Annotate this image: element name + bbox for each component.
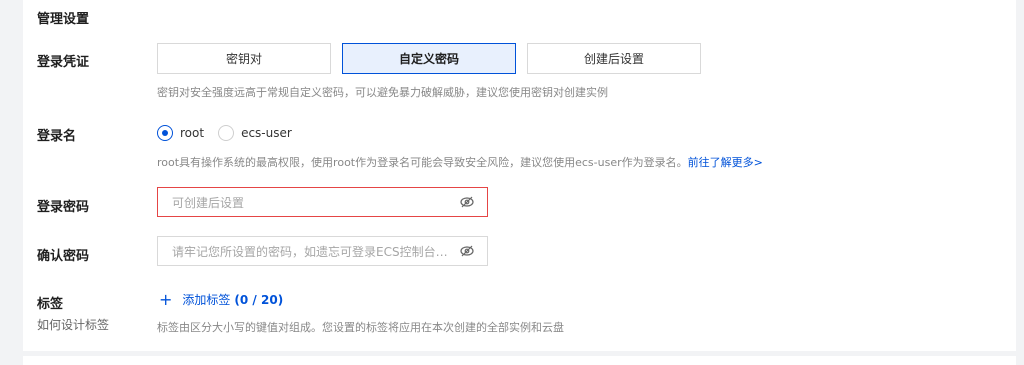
login-password-label: 登录密码 [37, 200, 90, 215]
radio-root-label: root [180, 126, 205, 140]
add-tag-label[interactable]: 添加标签 [182, 291, 230, 308]
credential-option-keypair[interactable]: 密钥对 [157, 43, 331, 74]
confirm-password-field[interactable]: 请牢记您所设置的密码，如遗忘可登录ECS控制台重置... [157, 236, 488, 266]
radio-ecs-user[interactable]: ecs-user [218, 125, 292, 141]
login-name-label: 登录名 [37, 129, 77, 144]
radio-ecs-user-label: ecs-user [241, 126, 292, 140]
tags-hint: 标签由区分大小写的键值对组成。您设置的标签将应用在本次创建的全部实例和云盘 [157, 321, 564, 334]
tag-count: (0 / 20) [234, 292, 284, 307]
confirm-password-label: 确认密码 [37, 249, 90, 264]
credential-option-custom-password[interactable]: 自定义密码 [342, 43, 516, 74]
login-password-field[interactable]: 可创建后设置 [157, 187, 488, 217]
radio-root[interactable]: root [157, 125, 204, 141]
login-credential-label: 登录凭证 [37, 55, 90, 70]
login-name-radio-group: root ecs-user [157, 124, 306, 142]
login-name-hint: root具有操作系统的最高权限，使用root作为登录名可能会导致安全风险，建议您… [157, 154, 763, 170]
how-to-design-tags-link[interactable]: 如何设计标签 [37, 316, 109, 333]
next-panel [23, 356, 1016, 365]
add-tag-button[interactable]: + 添加标签 (0 / 20) [159, 291, 283, 308]
radio-ecs-user-indicator[interactable] [218, 125, 235, 141]
radio-root-indicator[interactable] [157, 125, 173, 141]
login-name-hint-text: root具有操作系统的最高权限，使用root作为登录名可能会导致安全风险，建议您… [157, 156, 688, 169]
eye-slash-icon[interactable] [459, 194, 475, 210]
eye-slash-icon[interactable] [459, 243, 475, 259]
tags-label: 标签 [37, 297, 64, 312]
login-password-placeholder[interactable]: 可创建后设置 [172, 194, 459, 211]
confirm-password-placeholder[interactable]: 请牢记您所设置的密码，如遗忘可登录ECS控制台重置... [172, 243, 459, 260]
credential-option-set-later[interactable]: 创建后设置 [527, 43, 701, 74]
plus-icon[interactable]: + [159, 291, 172, 308]
section-title: 管理设置 [37, 12, 90, 27]
credential-hint: 密钥对安全强度远高于常规自定义密码，可以避免暴力破解威胁，建议您使用密钥对创建实… [157, 86, 608, 99]
learn-more-link[interactable]: 前往了解更多> [688, 156, 763, 169]
